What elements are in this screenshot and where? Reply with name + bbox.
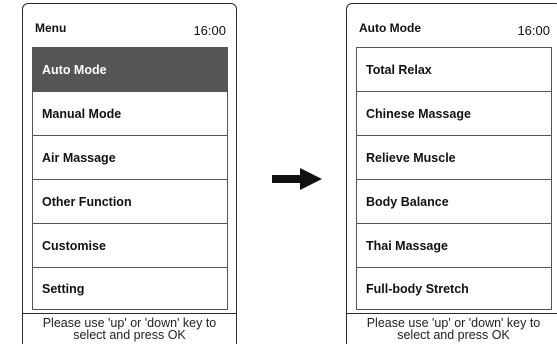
stage: Menu 16:00 Auto Mode Manual Mode Air Mas… [0,0,557,344]
auto-mode-clock: 16:00 [517,23,550,38]
auto-item-full-body-stretch[interactable]: Full-body Stretch [357,268,551,309]
auto-item-chinese-massage[interactable]: Chinese Massage [357,92,551,136]
right-arrow-icon [272,168,322,190]
menu-item-manual-mode[interactable]: Manual Mode [33,92,227,136]
menu-hint-line-2: select and press OK [73,328,186,342]
menu-item-setting[interactable]: Setting [33,268,227,309]
auto-item-body-balance[interactable]: Body Balance [357,180,551,224]
auto-mode-title: Auto Mode [359,21,421,35]
auto-mode-screen: Auto Mode 16:00 Total Relax Chinese Mass… [346,3,557,344]
menu-item-customise[interactable]: Customise [33,224,227,268]
auto-mode-hint-divider [347,313,557,314]
menu-hint-text: Please use 'up' or 'down' key to select … [23,317,236,342]
auto-item-thai-massage[interactable]: Thai Massage [357,224,551,268]
main-menu-list: Auto Mode Manual Mode Air Massage Other … [32,47,228,310]
menu-clock: 16:00 [193,23,226,38]
menu-screen: Menu 16:00 Auto Mode Manual Mode Air Mas… [22,3,237,344]
auto-mode-list: Total Relax Chinese Massage Relieve Musc… [356,47,552,310]
auto-mode-hint-line-2: select and press OK [397,328,510,342]
auto-mode-hint-text: Please use 'up' or 'down' key to select … [347,317,557,342]
auto-item-relieve-muscle[interactable]: Relieve Muscle [357,136,551,180]
menu-hint-divider [23,313,236,314]
auto-item-total-relax[interactable]: Total Relax [357,48,551,92]
auto-mode-title-bar: Auto Mode 16:00 [347,4,557,44]
menu-item-auto-mode[interactable]: Auto Mode [33,48,227,92]
menu-item-air-massage[interactable]: Air Massage [33,136,227,180]
menu-title: Menu [35,21,67,35]
menu-item-other-function[interactable]: Other Function [33,180,227,224]
menu-title-bar: Menu 16:00 [23,4,236,44]
